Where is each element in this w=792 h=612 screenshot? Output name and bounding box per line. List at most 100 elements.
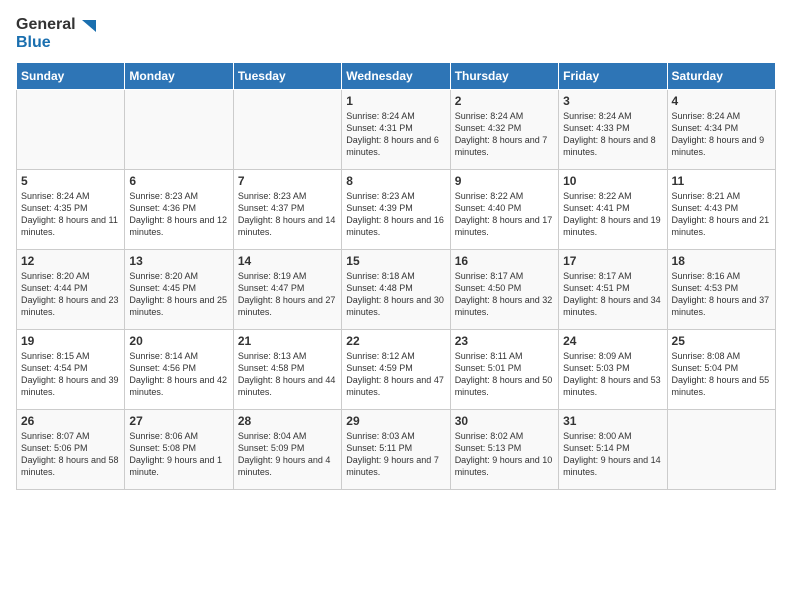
cell-content: Sunrise: 8:17 AM Sunset: 4:50 PM Dayligh… (455, 270, 554, 319)
cell-content: Sunrise: 8:00 AM Sunset: 5:14 PM Dayligh… (563, 430, 662, 479)
calendar-cell: 16 Sunrise: 8:17 AM Sunset: 4:50 PM Dayli… (450, 249, 558, 329)
cell-content: Sunrise: 8:22 AM Sunset: 4:40 PM Dayligh… (455, 190, 554, 239)
calendar-header-row: SundayMondayTuesdayWednesdayThursdayFrid… (17, 62, 776, 89)
calendar-cell: 7 Sunrise: 8:23 AM Sunset: 4:37 PM Daylig… (233, 169, 341, 249)
calendar-cell: 8 Sunrise: 8:23 AM Sunset: 4:39 PM Daylig… (342, 169, 450, 249)
day-number: 31 (563, 414, 662, 428)
calendar-cell: 9 Sunrise: 8:22 AM Sunset: 4:40 PM Daylig… (450, 169, 558, 249)
calendar-cell (667, 409, 775, 489)
calendar-cell: 24 Sunrise: 8:09 AM Sunset: 5:03 PM Dayli… (559, 329, 667, 409)
cell-content: Sunrise: 8:24 AM Sunset: 4:35 PM Dayligh… (21, 190, 120, 239)
cell-content: Sunrise: 8:20 AM Sunset: 4:45 PM Dayligh… (129, 270, 228, 319)
header-day-friday: Friday (559, 62, 667, 89)
day-number: 15 (346, 254, 445, 268)
calendar-cell: 12 Sunrise: 8:20 AM Sunset: 4:44 PM Dayli… (17, 249, 125, 329)
day-number: 27 (129, 414, 228, 428)
day-number: 2 (455, 94, 554, 108)
logo: General Blue (16, 16, 96, 52)
logo-general: General (16, 16, 76, 33)
calendar-cell (17, 89, 125, 169)
day-number: 14 (238, 254, 337, 268)
calendar-cell: 17 Sunrise: 8:17 AM Sunset: 4:51 PM Dayli… (559, 249, 667, 329)
calendar-cell: 18 Sunrise: 8:16 AM Sunset: 4:53 PM Dayli… (667, 249, 775, 329)
calendar-cell: 29 Sunrise: 8:03 AM Sunset: 5:11 PM Dayli… (342, 409, 450, 489)
calendar-cell: 31 Sunrise: 8:00 AM Sunset: 5:14 PM Dayli… (559, 409, 667, 489)
calendar-cell: 4 Sunrise: 8:24 AM Sunset: 4:34 PM Daylig… (667, 89, 775, 169)
calendar-cell: 14 Sunrise: 8:19 AM Sunset: 4:47 PM Dayli… (233, 249, 341, 329)
cell-content: Sunrise: 8:23 AM Sunset: 4:36 PM Dayligh… (129, 190, 228, 239)
day-number: 6 (129, 174, 228, 188)
cell-content: Sunrise: 8:08 AM Sunset: 5:04 PM Dayligh… (672, 350, 771, 399)
calendar-cell: 2Sunrise: 8:24 AM Sunset: 4:32 PM Daylig… (450, 89, 558, 169)
day-number: 16 (455, 254, 554, 268)
day-number: 21 (238, 334, 337, 348)
day-number: 24 (563, 334, 662, 348)
cell-content: Sunrise: 8:23 AM Sunset: 4:39 PM Dayligh… (346, 190, 445, 239)
calendar-cell: 20Sunrise: 8:14 AM Sunset: 4:56 PM Dayli… (125, 329, 233, 409)
day-number: 1 (346, 94, 445, 108)
cell-content: Sunrise: 8:07 AM Sunset: 5:06 PM Dayligh… (21, 430, 120, 479)
day-number: 9 (455, 174, 554, 188)
calendar-cell: 15 Sunrise: 8:18 AM Sunset: 4:48 PM Dayli… (342, 249, 450, 329)
cell-content: Sunrise: 8:22 AM Sunset: 4:41 PM Dayligh… (563, 190, 662, 239)
day-number: 30 (455, 414, 554, 428)
header-day-tuesday: Tuesday (233, 62, 341, 89)
calendar-table: SundayMondayTuesdayWednesdayThursdayFrid… (16, 62, 776, 490)
cell-content: Sunrise: 8:02 AM Sunset: 5:13 PM Dayligh… (455, 430, 554, 479)
header-day-saturday: Saturday (667, 62, 775, 89)
day-number: 17 (563, 254, 662, 268)
calendar-cell: 23Sunrise: 8:11 AM Sunset: 5:01 PM Dayli… (450, 329, 558, 409)
day-number: 12 (21, 254, 120, 268)
logo-triangle-icon (78, 16, 96, 34)
calendar-week-row: 19Sunrise: 8:15 AM Sunset: 4:54 PM Dayli… (17, 329, 776, 409)
cell-content: Sunrise: 8:09 AM Sunset: 5:03 PM Dayligh… (563, 350, 662, 399)
day-number: 25 (672, 334, 771, 348)
day-number: 18 (672, 254, 771, 268)
cell-content: Sunrise: 8:15 AM Sunset: 4:54 PM Dayligh… (21, 350, 120, 399)
cell-content: Sunrise: 8:18 AM Sunset: 4:48 PM Dayligh… (346, 270, 445, 319)
calendar-cell: 10 Sunrise: 8:22 AM Sunset: 4:41 PM Dayli… (559, 169, 667, 249)
calendar-cell: 25 Sunrise: 8:08 AM Sunset: 5:04 PM Dayli… (667, 329, 775, 409)
day-number: 5 (21, 174, 120, 188)
cell-content: Sunrise: 8:12 AM Sunset: 4:59 PM Dayligh… (346, 350, 445, 399)
day-number: 13 (129, 254, 228, 268)
cell-content: Sunrise: 8:21 AM Sunset: 4:43 PM Dayligh… (672, 190, 771, 239)
day-number: 7 (238, 174, 337, 188)
header-day-monday: Monday (125, 62, 233, 89)
day-number: 10 (563, 174, 662, 188)
day-number: 29 (346, 414, 445, 428)
day-number: 26 (21, 414, 120, 428)
day-number: 28 (238, 414, 337, 428)
cell-content: Sunrise: 8:19 AM Sunset: 4:47 PM Dayligh… (238, 270, 337, 319)
cell-content: Sunrise: 8:23 AM Sunset: 4:37 PM Dayligh… (238, 190, 337, 239)
logo-container: General Blue (16, 16, 96, 52)
cell-content: Sunrise: 8:13 AM Sunset: 4:58 PM Dayligh… (238, 350, 337, 399)
calendar-cell: 21 Sunrise: 8:13 AM Sunset: 4:58 PM Dayli… (233, 329, 341, 409)
day-number: 4 (672, 94, 771, 108)
header-day-wednesday: Wednesday (342, 62, 450, 89)
calendar-week-row: 5 Sunrise: 8:24 AM Sunset: 4:35 PM Daylig… (17, 169, 776, 249)
calendar-cell (233, 89, 341, 169)
cell-content: Sunrise: 8:20 AM Sunset: 4:44 PM Dayligh… (21, 270, 120, 319)
header-day-sunday: Sunday (17, 62, 125, 89)
cell-content: Sunrise: 8:17 AM Sunset: 4:51 PM Dayligh… (563, 270, 662, 319)
calendar-cell: 1 Sunrise: 8:24 AM Sunset: 4:31 PM Daylig… (342, 89, 450, 169)
calendar-week-row: 26 Sunrise: 8:07 AM Sunset: 5:06 PM Dayli… (17, 409, 776, 489)
calendar-week-row: 12 Sunrise: 8:20 AM Sunset: 4:44 PM Dayli… (17, 249, 776, 329)
calendar-cell: 27 Sunrise: 8:06 AM Sunset: 5:08 PM Dayli… (125, 409, 233, 489)
cell-content: Sunrise: 8:03 AM Sunset: 5:11 PM Dayligh… (346, 430, 445, 479)
calendar-cell: 3Sunrise: 8:24 AM Sunset: 4:33 PM Daylig… (559, 89, 667, 169)
cell-content: Sunrise: 8:06 AM Sunset: 5:08 PM Dayligh… (129, 430, 228, 479)
calendar-cell: 13 Sunrise: 8:20 AM Sunset: 4:45 PM Dayli… (125, 249, 233, 329)
cell-content: Sunrise: 8:24 AM Sunset: 4:34 PM Dayligh… (672, 110, 771, 159)
day-number: 20 (129, 334, 228, 348)
calendar-cell: 6 Sunrise: 8:23 AM Sunset: 4:36 PM Daylig… (125, 169, 233, 249)
cell-content: Sunrise: 8:16 AM Sunset: 4:53 PM Dayligh… (672, 270, 771, 319)
day-number: 22 (346, 334, 445, 348)
calendar-cell: 11Sunrise: 8:21 AM Sunset: 4:43 PM Dayli… (667, 169, 775, 249)
day-number: 8 (346, 174, 445, 188)
header-day-thursday: Thursday (450, 62, 558, 89)
day-number: 23 (455, 334, 554, 348)
cell-content: Sunrise: 8:24 AM Sunset: 4:31 PM Dayligh… (346, 110, 445, 159)
calendar-cell: 22 Sunrise: 8:12 AM Sunset: 4:59 PM Dayli… (342, 329, 450, 409)
